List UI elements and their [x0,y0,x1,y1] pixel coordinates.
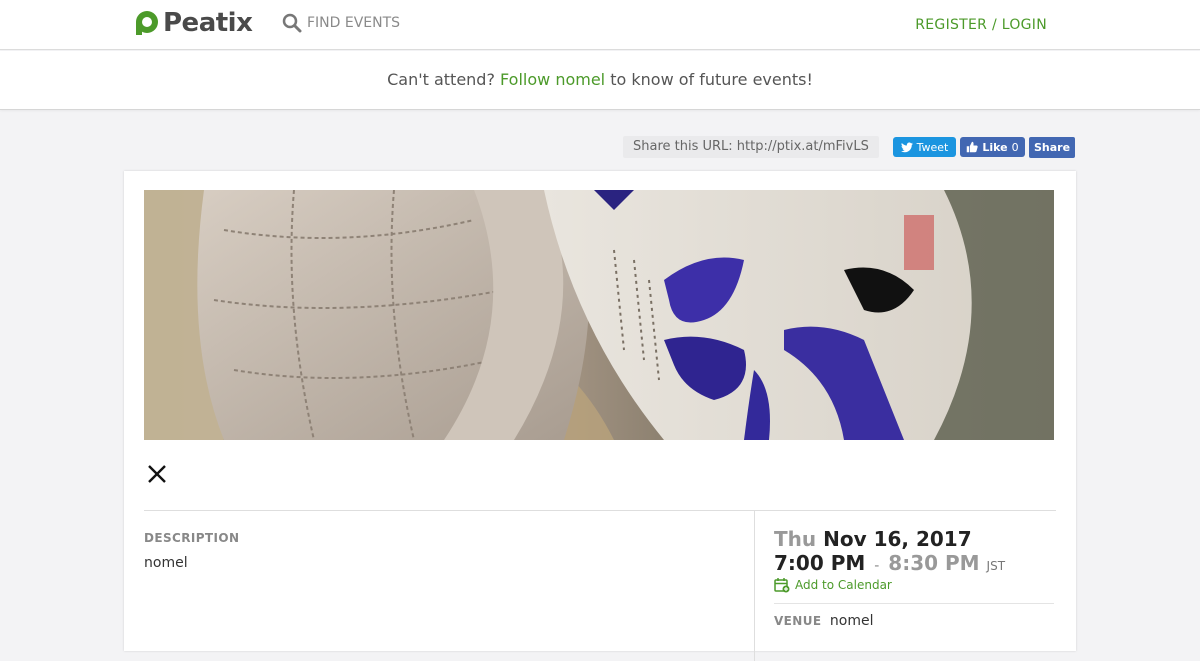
event-time: 7:00 PM - 8:30 PM JST [774,551,1005,575]
close-icon[interactable] [146,463,168,485]
follow-organizer-banner: Can't attend? Follow nomel to know of fu… [0,51,1200,110]
like-label: Like [982,140,1008,154]
start-time: 7:00 PM [774,551,866,575]
cover-photo [144,190,1054,440]
find-events-link[interactable]: FIND EVENTS [282,13,400,33]
find-events-label: FIND EVENTS [307,15,401,31]
description-label: DESCRIPTION [144,531,240,545]
description-text: nomel [144,555,188,571]
tweet-label: Tweet [916,140,949,154]
share-url-box[interactable]: Share this URL: http://ptix.at/mFivLS [623,136,879,158]
peatix-logo-icon [136,11,158,35]
twitter-bird-icon [900,142,913,152]
column-divider [754,511,755,661]
event-date: Thu Nov 16, 2017 [774,527,972,551]
like-count: 0 [1011,140,1019,154]
timezone: JST [986,559,1006,573]
tweet-button[interactable]: Tweet [893,137,956,157]
peatix-logo[interactable]: Peatix [134,8,253,38]
follow-organizer-link[interactable]: Follow nomel [500,70,605,89]
venue-divider [774,603,1054,604]
section-divider [144,510,1056,511]
event-cover-image [144,190,1054,440]
facebook-share-button[interactable]: Share [1029,137,1075,158]
register-login-link[interactable]: REGISTER / LOGIN [915,17,1047,33]
venue-label: VENUE [774,614,822,628]
day-of-week: Thu [774,527,817,551]
venue-info: VENUE nomel [774,613,874,629]
follow-suffix: to know of future events! [610,70,813,89]
add-to-calendar-link[interactable]: Add to Calendar [774,577,892,593]
time-separator: - [874,558,880,574]
search-icon [282,13,302,33]
add-to-calendar-label: Add to Calendar [795,578,892,592]
follow-prefix: Can't attend? [387,70,495,89]
event-date-text: Nov 16, 2017 [823,527,972,551]
top-navigation-bar: Peatix FIND EVENTS REGISTER / LOGIN [0,0,1200,50]
venue-name: nomel [829,613,874,629]
calendar-add-icon [774,578,790,593]
thumbs-up-icon [967,141,979,153]
event-card: DESCRIPTION nomel Thu Nov 16, 2017 7:00 … [124,171,1076,661]
logo-text: Peatix [163,8,253,38]
end-time: 8:30 PM [888,551,980,575]
facebook-like-button[interactable]: Like 0 [960,137,1025,157]
